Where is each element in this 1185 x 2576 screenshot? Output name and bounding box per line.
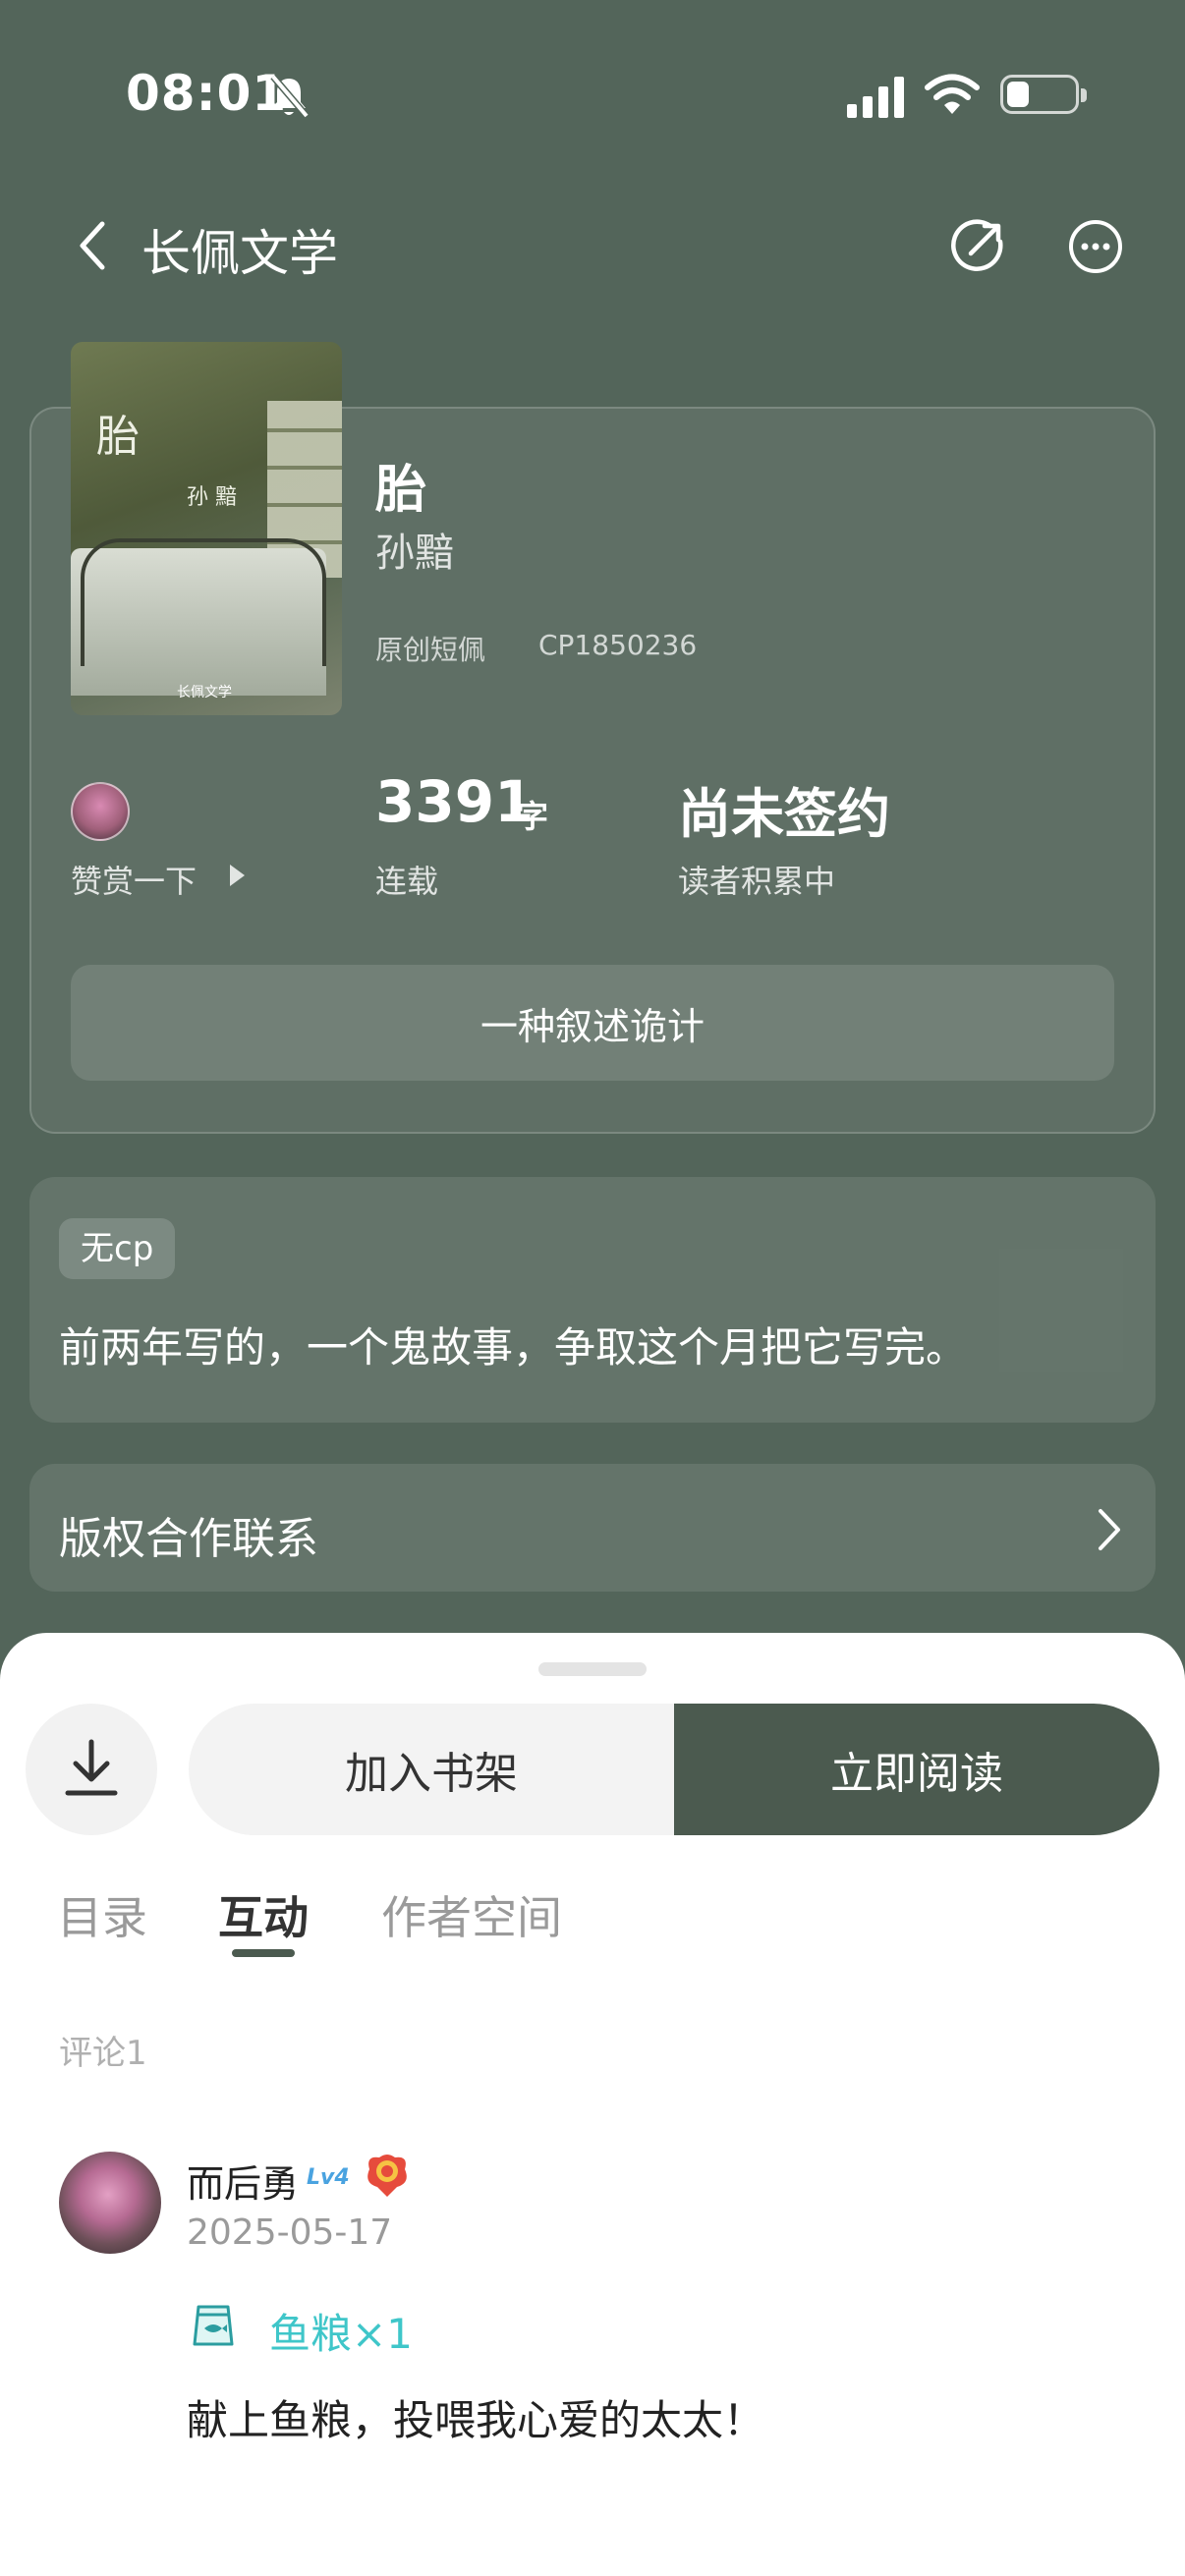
cp-tag[interactable]: 无cp bbox=[59, 1218, 176, 1279]
tab-interaction[interactable]: 互动 bbox=[218, 1882, 309, 1947]
comment-user-name[interactable]: 而后勇 bbox=[187, 2154, 299, 2208]
intro-text: 前两年写的，一个鬼故事，争取这个月把它写完。 bbox=[59, 1323, 968, 1372]
cover-author: 孙 黯 bbox=[187, 485, 237, 510]
serial-status: 连载 bbox=[375, 863, 439, 900]
back-icon[interactable] bbox=[73, 218, 112, 273]
bell-slash-icon bbox=[270, 74, 310, 119]
share-icon[interactable] bbox=[947, 216, 1008, 277]
sheet-handle[interactable] bbox=[538, 1662, 647, 1676]
cover-bed-frame bbox=[81, 538, 326, 666]
tip-button[interactable]: 赞赏一下 bbox=[71, 857, 197, 902]
cover-title: 胎 bbox=[96, 412, 140, 462]
tab-active-indicator bbox=[232, 1949, 295, 1957]
sign-substatus: 读者积累中 bbox=[678, 863, 836, 900]
more-icon[interactable] bbox=[1065, 216, 1126, 277]
book-cp-id: CP1850236 bbox=[538, 629, 698, 661]
tagline: 一种叙述诡计 bbox=[71, 965, 1114, 1081]
book-genre: 原创短佩 bbox=[375, 634, 486, 666]
wifi-icon bbox=[925, 74, 980, 114]
comment-date: 2025-05-17 bbox=[187, 2212, 393, 2253]
tab-catalog[interactable]: 目录 bbox=[57, 1882, 147, 1947]
tip-avatar[interactable] bbox=[71, 782, 130, 841]
book-cover[interactable]: 胎 孙 黯 长佩文学 bbox=[71, 342, 342, 715]
tab-author-space[interactable]: 作者空间 bbox=[381, 1882, 562, 1947]
status-time: 08:01 bbox=[126, 65, 288, 122]
intro-card: 无cp 前两年写的，一个鬼故事，争取这个月把它写完。 bbox=[29, 1177, 1156, 1423]
add-to-shelf-button[interactable]: 加入书架 bbox=[189, 1704, 674, 1835]
play-arrow-icon bbox=[230, 865, 245, 886]
gift-label: 鱼粮×1 bbox=[269, 2310, 413, 2358]
bottom-sheet: 加入书架 立即阅读 目录 互动 作者空间 评论1 而后勇 Lv4 2025-05… bbox=[0, 1633, 1185, 2576]
book-author[interactable]: 孙黯 bbox=[375, 521, 454, 578]
chevron-right-icon bbox=[1099, 1509, 1120, 1550]
word-count-unit: 字 bbox=[517, 798, 549, 835]
download-button[interactable] bbox=[26, 1704, 157, 1835]
status-bar: 08:01 bbox=[0, 0, 1185, 196]
cover-publisher: 长佩文学 bbox=[177, 685, 232, 700]
comment-text: 献上鱼粮，投喂我心爱的太太！ bbox=[187, 2396, 765, 2444]
avatar[interactable] bbox=[59, 2152, 161, 2254]
word-count: 3391 bbox=[375, 768, 535, 835]
comment-count: 评论1 bbox=[59, 2034, 147, 2073]
sign-status: 尚未签约 bbox=[678, 783, 890, 845]
user-level-badge: Lv4 bbox=[307, 2165, 350, 2190]
copyright-row[interactable]: 版权合作联系 bbox=[29, 1464, 1156, 1592]
book-title: 胎 bbox=[375, 461, 427, 520]
medal-icon bbox=[367, 2155, 407, 2197]
nav-title: 长佩文学 bbox=[141, 225, 338, 282]
gift-bag-icon bbox=[193, 2305, 234, 2346]
copyright-label: 版权合作联系 bbox=[59, 1514, 318, 1564]
signal-icon bbox=[847, 77, 904, 118]
read-now-button[interactable]: 立即阅读 bbox=[674, 1704, 1159, 1835]
download-icon bbox=[65, 1739, 118, 1796]
battery-icon bbox=[1000, 75, 1087, 114]
